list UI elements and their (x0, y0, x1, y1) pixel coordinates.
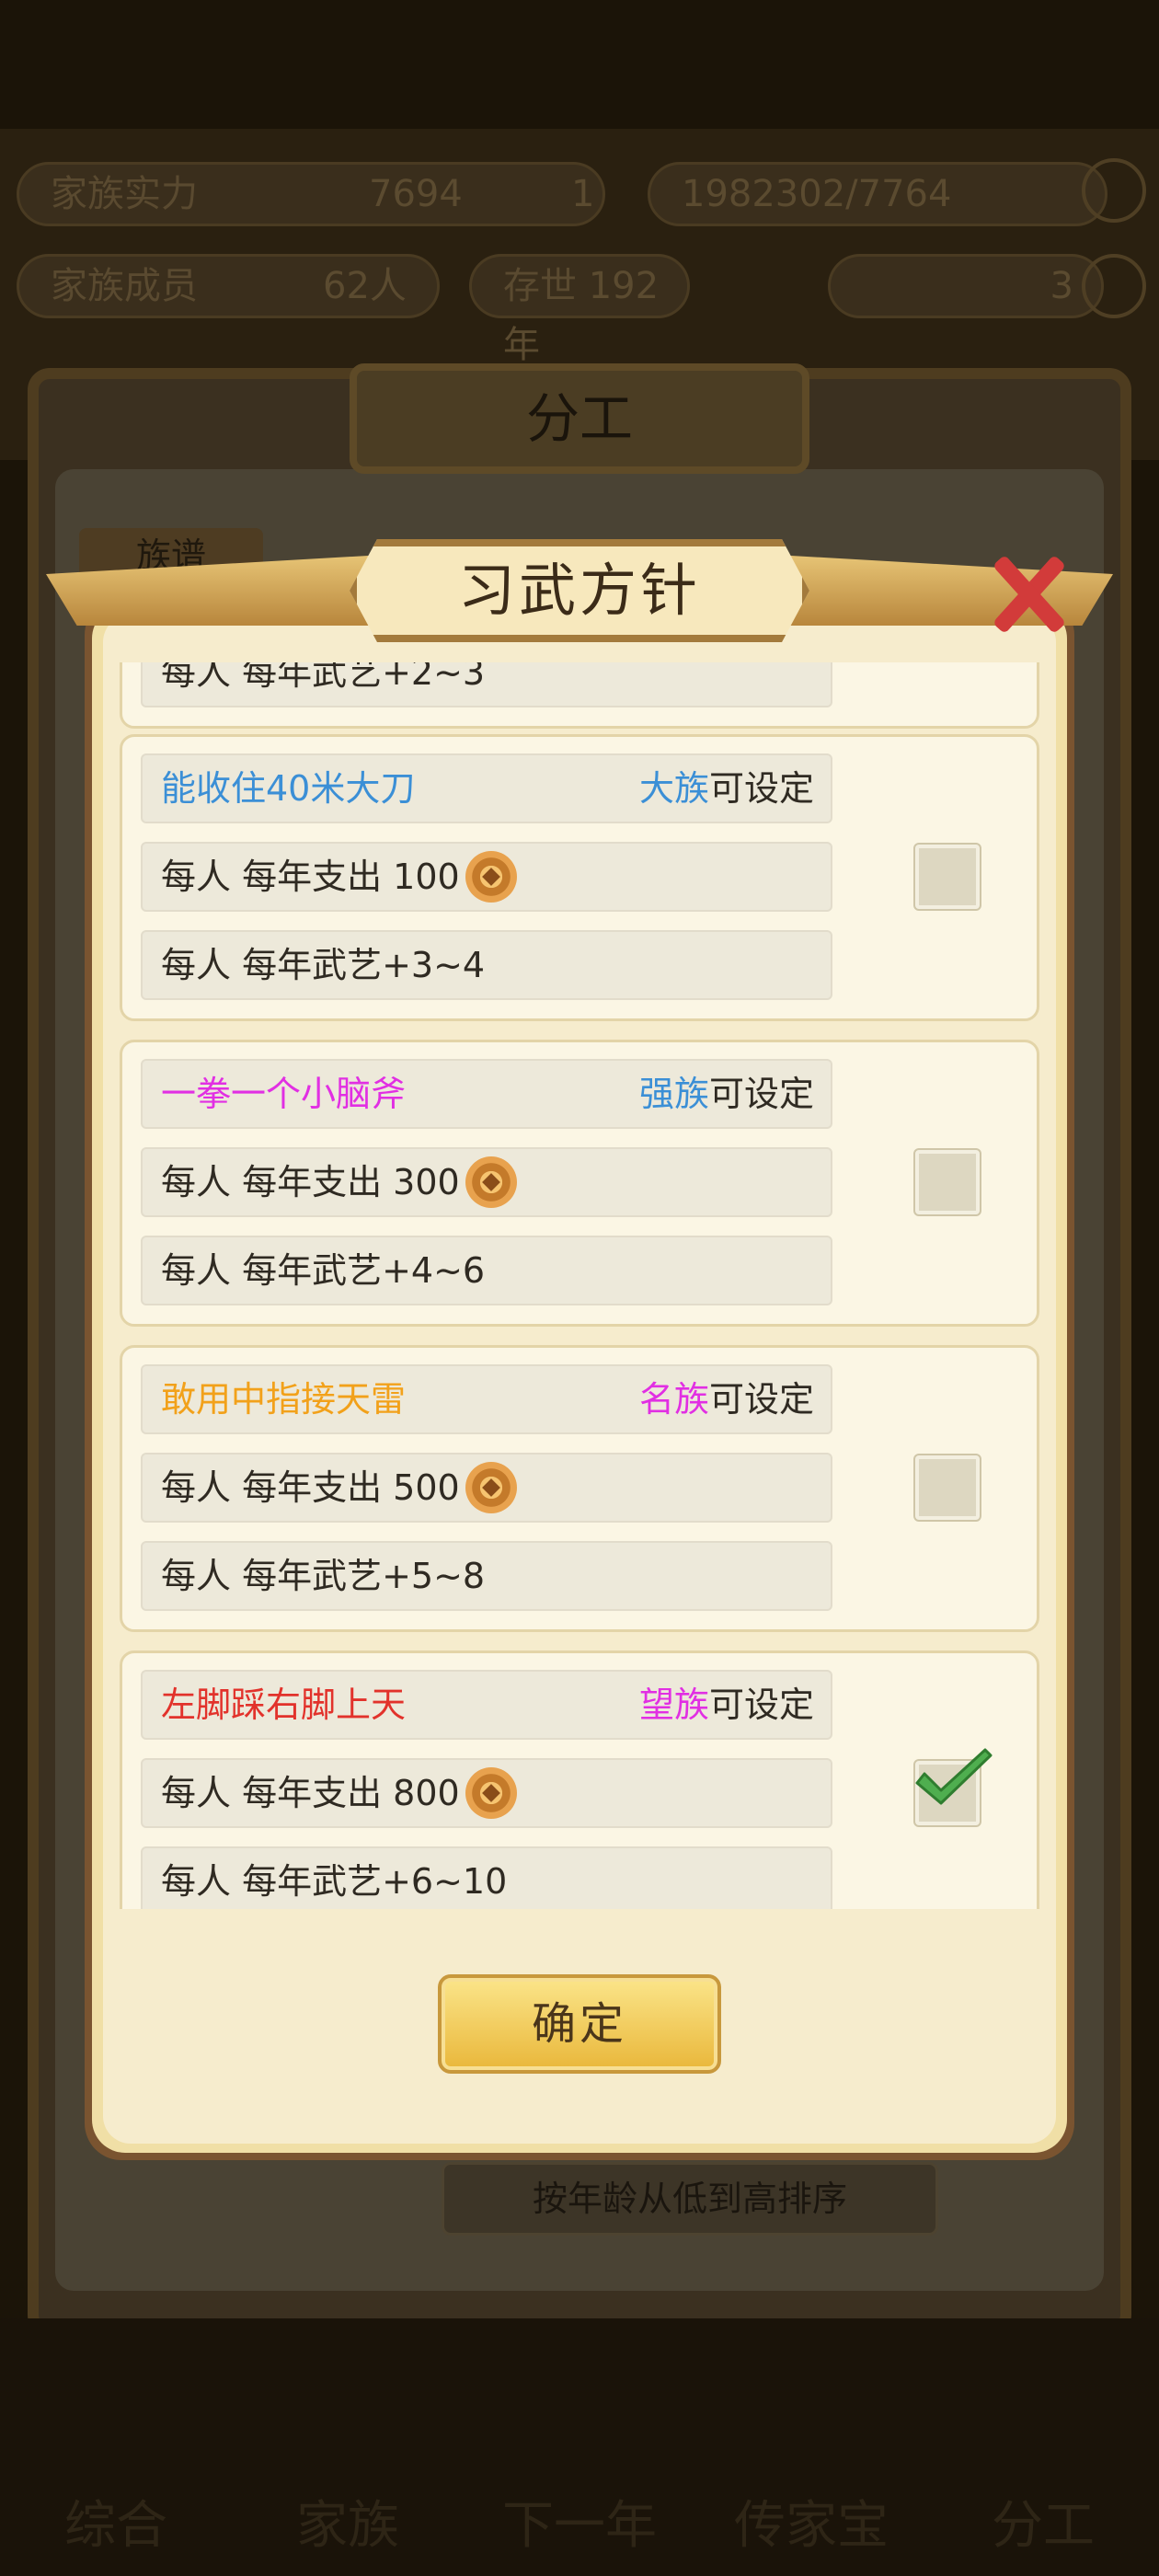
background-stat-years: 存世 192年 (469, 254, 690, 366)
option-rank-suffix: 可设定 (708, 1685, 814, 1725)
option-checkbox[interactable] (915, 1455, 980, 1520)
option-checkbox[interactable] (915, 845, 980, 909)
option-name: 一拳一个小脑斧 (161, 1074, 407, 1114)
option-title-row: 左脚踩右脚上天 望族可设定 (141, 1670, 832, 1740)
option-name: 左脚踩右脚上天 (161, 1685, 407, 1725)
option-checkbox[interactable] (915, 1748, 993, 1825)
option-title-row: 能收住40米大刀 大族可设定 (141, 753, 832, 823)
background-nav-heirloom: 传家宝 (734, 2496, 889, 2556)
option-effect-row: 每人 每年武艺+6~10 (141, 1846, 832, 1909)
option-card-partial: 每人 每年武艺+2~3 (120, 662, 1039, 729)
coin-icon (465, 1156, 517, 1208)
coin-icon (465, 850, 517, 903)
background-stat-wealth: 1982302/7764 (648, 162, 1107, 226)
background-panel-title: 分工 (525, 387, 633, 450)
option-rank-suffix: 可设定 (708, 1074, 814, 1114)
option-cost-row: 每人 每年支出 300 (141, 1147, 832, 1217)
background-nav-next-year: 下一年 (502, 2496, 657, 2556)
background-stat-members: 家族成员 62人 (17, 254, 440, 318)
option-rank: 强族 (638, 1074, 709, 1114)
coin-icon (465, 1766, 517, 1819)
option-cost: 每人 每年支出 800 (161, 1773, 460, 1813)
option-name: 能收住40米大刀 (161, 768, 416, 809)
options-list[interactable]: 每人 每年武艺+2~3 能收住40米大刀 大族可设定 每人 每年支出 100 每… (103, 662, 1056, 1909)
background-nav-overview: 综合 (64, 2496, 167, 2556)
option-effect: 每人 每年武艺+3~4 (161, 945, 486, 985)
close-icon[interactable] (975, 543, 1076, 644)
option-rank: 大族 (638, 768, 709, 809)
background-nav-assignment: 分工 (992, 2496, 1095, 2556)
background-add-icon (1082, 254, 1146, 318)
option-rank-suffix: 可设定 (708, 1379, 814, 1420)
option-rank: 望族 (638, 1685, 709, 1725)
option-checkbox[interactable] (915, 1150, 980, 1214)
option-effect-row: 每人 每年武艺+2~3 (141, 662, 832, 707)
check-mark-icon (915, 1748, 993, 1805)
option-effect: 每人 每年武艺+6~10 (161, 1861, 508, 1902)
option-cost-row: 每人 每年支出 500 (141, 1453, 832, 1523)
option-card[interactable]: 能收住40米大刀 大族可设定 每人 每年支出 100 每人 每年武艺+3~4 (120, 734, 1039, 1021)
option-title-row: 一拳一个小脑斧 强族可设定 (141, 1059, 832, 1129)
confirm-button[interactable]: 确定 (438, 1974, 721, 2074)
background-help-icon (1082, 158, 1146, 223)
option-effect-row: 每人 每年武艺+4~6 (141, 1236, 832, 1305)
modal-title: 习武方针 (457, 557, 701, 624)
option-title-row: 敢用中指接天雷 名族可设定 (141, 1364, 832, 1434)
option-card[interactable]: 左脚踩右脚上天 望族可设定 每人 每年支出 800 每人 每年武艺+6~10 (120, 1650, 1039, 1909)
option-card[interactable]: 敢用中指接天雷 名族可设定 每人 每年支出 500 每人 每年武艺+5~8 (120, 1345, 1039, 1632)
option-name: 敢用中指接天雷 (161, 1379, 407, 1420)
background-stat-coins: 3 (828, 254, 1104, 318)
background-stat-power: 家族实力 7694 1 (17, 162, 605, 226)
option-rank-suffix: 可设定 (708, 768, 814, 809)
option-cost-row: 每人 每年支出 800 (141, 1758, 832, 1828)
option-cost-row: 每人 每年支出 100 (141, 842, 832, 912)
option-rank: 名族 (638, 1379, 709, 1420)
coin-icon (465, 1461, 517, 1513)
option-effect-row: 每人 每年武艺+5~8 (141, 1541, 832, 1611)
background-nav-family: 家族 (296, 2496, 399, 2556)
option-cost: 每人 每年支出 500 (161, 1467, 460, 1508)
option-card[interactable]: 一拳一个小脑斧 强族可设定 每人 每年支出 300 每人 每年武艺+4~6 (120, 1040, 1039, 1327)
option-cost: 每人 每年支出 300 (161, 1162, 460, 1202)
option-effect-row: 每人 每年武艺+3~4 (141, 930, 832, 1000)
option-effect: 每人 每年武艺+5~8 (161, 1556, 486, 1596)
option-cost: 每人 每年支出 100 (161, 857, 460, 897)
background-sort-button: 按年龄从低到高排序 (442, 2162, 938, 2236)
option-effect: 每人 每年武艺+4~6 (161, 1250, 486, 1291)
